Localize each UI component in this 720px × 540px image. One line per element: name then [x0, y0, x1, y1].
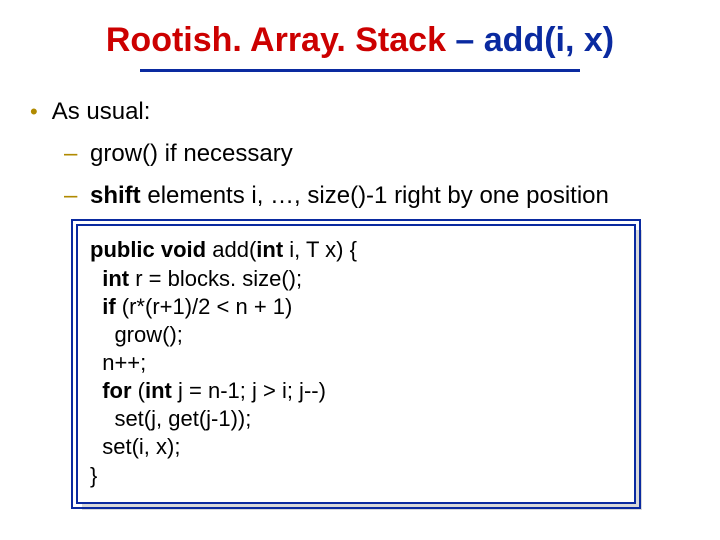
code-line-2: int r = blocks. size();: [90, 265, 622, 293]
code-kw: public void: [90, 237, 212, 262]
code-text: j = n-1; j > i; j--): [178, 378, 326, 403]
bullet-level1-text: As usual:: [52, 98, 151, 126]
code-text: r = blocks. size();: [135, 266, 302, 291]
bullet-level2-b: – shift elements i, …, size()-1 right by…: [64, 182, 690, 210]
code-line-5: n++;: [90, 349, 622, 377]
title-part-blue: – add(i, x): [455, 21, 614, 59]
bullet-level2-a: – grow() if necessary: [64, 140, 690, 168]
code-text: add(: [212, 237, 256, 262]
code-kw: if: [90, 294, 122, 319]
bullet-level2-a-text: grow() if necessary: [90, 140, 293, 168]
code-text: n++;: [90, 350, 146, 375]
code-line-1: public void add(int i, T x) {: [90, 236, 622, 264]
bullet-level2-b-rest: elements i, …, size()-1 right by one pos…: [141, 182, 609, 209]
code-line-4: grow();: [90, 321, 622, 349]
title-part-red: Rootish. Array. Stack: [106, 21, 456, 59]
code-text: (: [138, 378, 145, 403]
slide-title: Rootish. Array. Stack – add(i, x): [106, 22, 614, 63]
bullet-level2-b-text: shift elements i, …, size()-1 right by o…: [90, 182, 609, 210]
bullet-level2-b-bold: shift: [90, 182, 141, 209]
slide: Rootish. Array. Stack – add(i, x) • As u…: [0, 0, 720, 540]
bullet-dot-icon: •: [30, 98, 38, 126]
code-text: grow();: [90, 322, 183, 347]
code-line-7: set(j, get(j-1));: [90, 405, 622, 433]
code-text: (r*(r+1)/2 < n + 1): [122, 294, 293, 319]
code-line-6: for (int j = n-1; j > i; j--): [90, 377, 622, 405]
bullet-level1: • As usual:: [30, 98, 690, 126]
code-box: public void add(int i, T x) { int r = bl…: [76, 224, 636, 503]
code-line-8: set(i, x);: [90, 433, 622, 461]
code-text: }: [90, 463, 97, 488]
code-text: set(i, x);: [90, 434, 180, 459]
code-kw: int: [145, 378, 178, 403]
code-text: i, T x) {: [289, 237, 357, 262]
title-wrap: Rootish. Array. Stack – add(i, x): [30, 22, 690, 72]
dash-icon: –: [64, 182, 78, 210]
code-kw: int: [256, 237, 289, 262]
code-line-9: }: [90, 462, 622, 490]
title-underline: [140, 69, 580, 72]
code-kw: int: [90, 266, 135, 291]
code-text: set(j, get(j-1));: [90, 406, 251, 431]
slide-body: • As usual: – grow() if necessary – shif…: [30, 98, 690, 503]
code-kw: for: [90, 378, 138, 403]
dash-icon: –: [64, 140, 78, 168]
code-line-3: if (r*(r+1)/2 < n + 1): [90, 293, 622, 321]
